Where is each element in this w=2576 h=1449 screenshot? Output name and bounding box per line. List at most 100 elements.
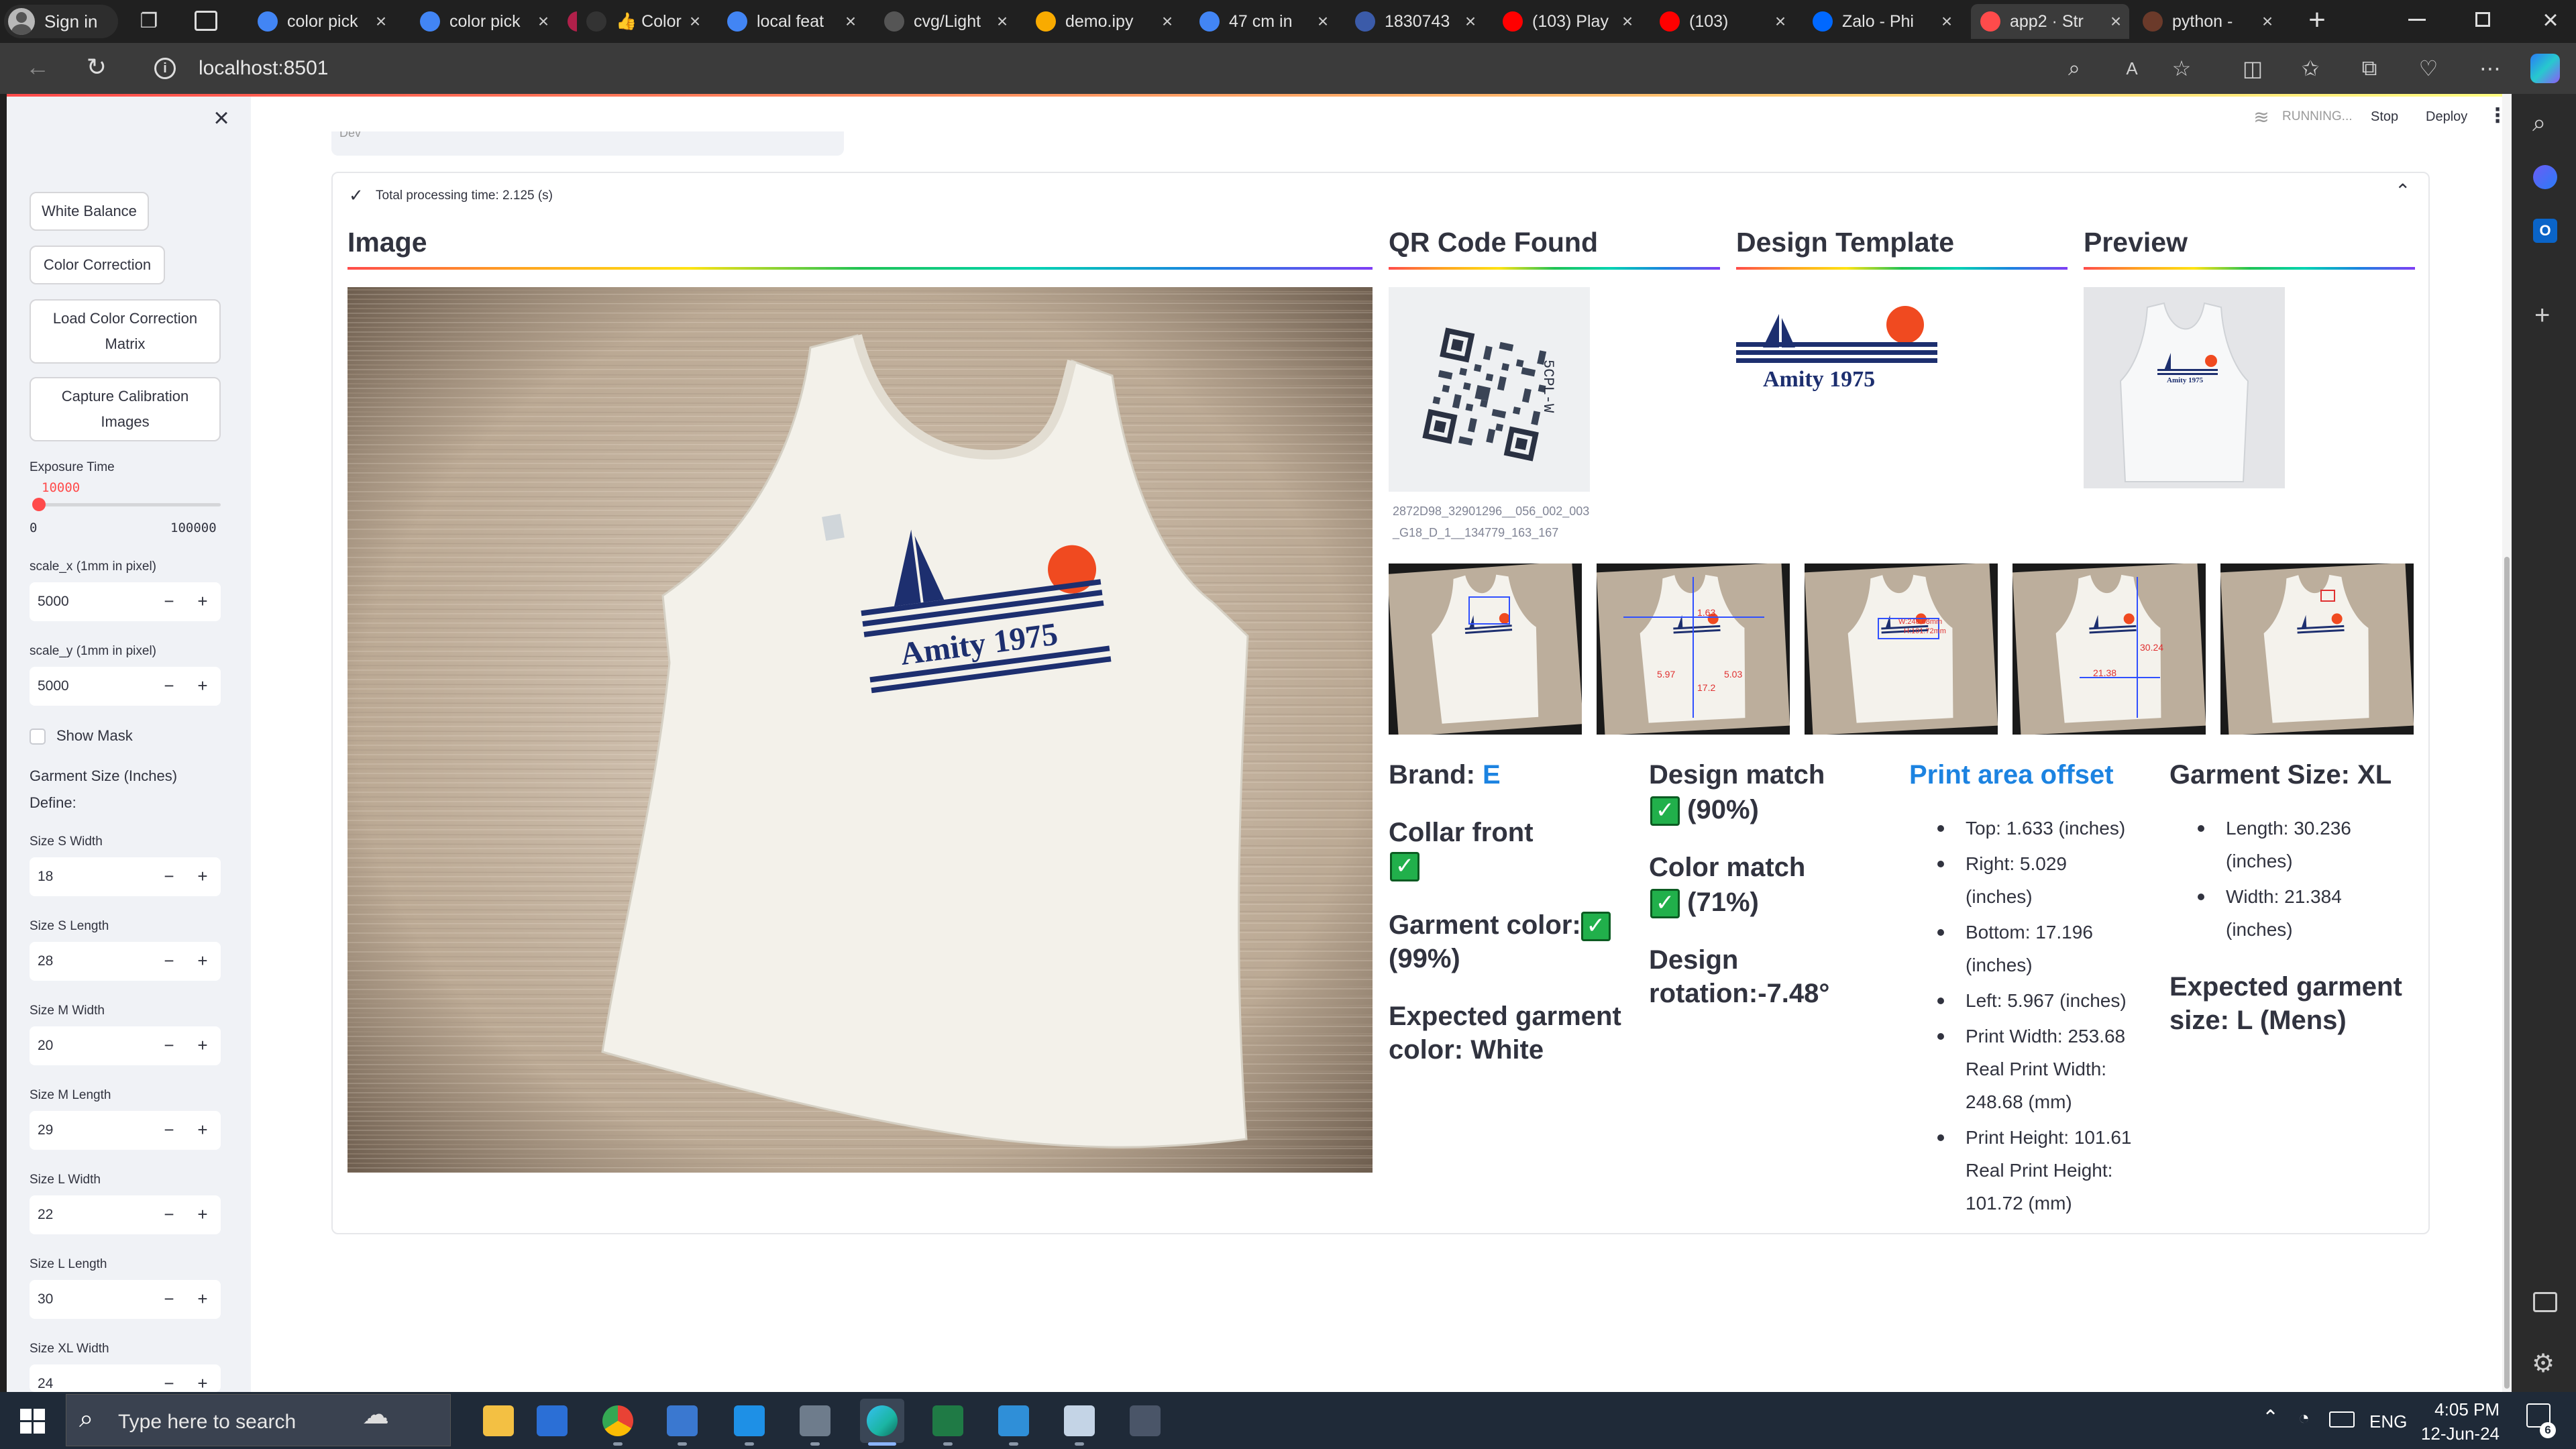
size-minus[interactable]: − — [154, 1280, 184, 1318]
browser-tab[interactable]: 47 cm in × — [1190, 4, 1336, 39]
size-plus[interactable]: + — [187, 1195, 218, 1233]
browser-tab[interactable]: cvg/Light × — [875, 4, 1016, 39]
close-tab-icon[interactable]: × — [530, 11, 557, 32]
refresh-icon[interactable]: ↻ — [80, 51, 113, 83]
keyboard-icon[interactable] — [2329, 1411, 2355, 1428]
collapse-chevron-icon[interactable]: ⌃ — [2395, 180, 2410, 202]
close-window-button[interactable]: × — [2537, 5, 2564, 35]
scale-y-minus[interactable]: − — [154, 667, 184, 704]
browser-tab[interactable]: local feat × — [718, 4, 864, 39]
clock-date[interactable]: 12-Jun-24 — [2419, 1424, 2500, 1444]
profile-button[interactable]: Sign in — [4, 5, 118, 38]
notes-taskbar-button[interactable] — [991, 1399, 1036, 1446]
size-plus[interactable]: + — [187, 1280, 218, 1318]
size-plus[interactable]: + — [187, 1026, 218, 1064]
scale-y-input[interactable]: 5000 − + — [30, 667, 221, 706]
deploy-button[interactable]: Deploy — [2426, 109, 2467, 125]
tab-actions-icon[interactable] — [195, 11, 217, 31]
browser-tab[interactable]: (103) Play × — [1493, 4, 1641, 39]
close-tab-icon[interactable]: × — [1154, 11, 1181, 32]
vscode-taskbar-button[interactable] — [727, 1399, 771, 1446]
app-window-taskbar-button[interactable] — [793, 1399, 837, 1446]
stop-button[interactable]: Stop — [2371, 109, 2398, 125]
size-plus[interactable]: + — [187, 1364, 218, 1392]
file-explorer-taskbar-button[interactable] — [476, 1399, 521, 1443]
settings-gear-icon[interactable]: ⚙ — [2532, 1348, 2555, 1379]
windows-start-icon[interactable] — [20, 1409, 46, 1434]
size-minus[interactable]: − — [154, 942, 184, 979]
close-tab-icon[interactable]: × — [368, 11, 394, 32]
close-tab-icon[interactable]: × — [1457, 11, 1484, 32]
site-info-icon[interactable]: i — [154, 58, 176, 79]
size-plus[interactable]: + — [187, 942, 218, 979]
close-tab-icon[interactable]: × — [1767, 11, 1794, 32]
paint-taskbar-button[interactable] — [1057, 1399, 1102, 1446]
color-correction-button[interactable]: Color Correction — [30, 246, 165, 284]
size-input[interactable]: 24 − + — [30, 1364, 221, 1392]
excel-taskbar-button[interactable] — [926, 1399, 970, 1446]
size-input[interactable]: 22 − + — [30, 1195, 221, 1234]
browser-tab[interactable]: Zalo - Phi × — [1803, 4, 1960, 39]
scale-y-plus[interactable]: + — [187, 667, 218, 704]
browser-tab[interactable]: color pick × — [248, 4, 394, 39]
close-tab-icon[interactable]: × — [837, 11, 864, 32]
close-tab-icon[interactable]: × — [682, 11, 708, 32]
search-icon[interactable]: ⌕ — [2532, 109, 2546, 138]
clock-time[interactable]: 4:05 PM — [2426, 1399, 2500, 1420]
load-ccm-button[interactable]: Load Color Correction Matrix — [30, 299, 221, 364]
close-tab-icon[interactable]: × — [2254, 11, 2281, 32]
exposure-slider-track[interactable] — [34, 503, 221, 506]
collections-icon[interactable]: ⧉ — [2355, 54, 2384, 83]
scrollbar-thumb[interactable] — [2504, 557, 2510, 1389]
performance-icon[interactable]: ♡ — [2414, 54, 2443, 83]
scale-x-input[interactable]: 5000 − + — [30, 582, 221, 621]
screenshot-icon[interactable] — [2533, 1292, 2557, 1312]
browser-tab[interactable] — [558, 4, 577, 39]
copilot-icon[interactable] — [2530, 54, 2560, 83]
size-plus[interactable]: + — [187, 857, 218, 895]
store-taskbar-button[interactable] — [530, 1399, 574, 1443]
browser-tab[interactable]: 1830743 × — [1346, 4, 1484, 39]
scale-x-plus[interactable]: + — [187, 582, 218, 620]
chrome-taskbar-button[interactable] — [596, 1399, 640, 1446]
close-tab-icon[interactable]: × — [989, 11, 1016, 32]
close-tab-icon[interactable]: × — [1933, 11, 1960, 32]
back-icon[interactable]: ← — [21, 51, 54, 83]
minimize-button[interactable] — [2408, 19, 2426, 21]
show-mask-checkbox[interactable] — [30, 729, 46, 745]
main-menu-icon[interactable]: ⋮ — [2487, 106, 2508, 127]
browser-tab[interactable]: (103) × — [1650, 4, 1794, 39]
url-field[interactable]: localhost:8501 — [199, 51, 328, 86]
read-aloud-icon[interactable]: A — [2117, 54, 2147, 83]
size-minus[interactable]: − — [154, 1195, 184, 1233]
new-tab-button[interactable]: + — [2301, 5, 2333, 38]
size-input[interactable]: 30 − + — [30, 1280, 221, 1319]
size-minus[interactable]: − — [154, 1026, 184, 1064]
size-input[interactable]: 18 − + — [30, 857, 221, 896]
calculator-taskbar-button[interactable] — [1123, 1399, 1167, 1443]
close-sidebar-icon[interactable]: × — [208, 105, 235, 131]
add-sidebar-icon[interactable]: + — [2534, 301, 2550, 331]
close-tab-icon[interactable]: × — [1614, 11, 1641, 32]
more-menu-icon[interactable]: ⋯ — [2475, 54, 2505, 83]
size-minus[interactable]: − — [154, 1364, 184, 1392]
size-minus[interactable]: − — [154, 1111, 184, 1148]
browser-tab[interactable]: demo.ipy × — [1026, 4, 1181, 39]
network-icon[interactable]: ◔ — [2298, 1407, 2310, 1429]
zoom-icon[interactable]: ⌕ — [2059, 54, 2089, 83]
size-input[interactable]: 29 − + — [30, 1111, 221, 1150]
browser-tab[interactable]: 👍 Color × — [577, 4, 708, 39]
language-indicator[interactable]: ENG — [2369, 1411, 2407, 1432]
split-screen-icon[interactable]: ◫ — [2238, 54, 2267, 83]
favorites-icon[interactable]: ✩ — [2296, 54, 2325, 83]
scale-x-minus[interactable]: − — [154, 582, 184, 620]
browser-tab[interactable]: color pick × — [411, 4, 557, 39]
size-plus[interactable]: + — [187, 1111, 218, 1148]
capture-calibration-button[interactable]: Capture Calibration Images — [30, 377, 221, 441]
outlook-icon[interactable]: O — [2533, 219, 2557, 243]
favorite-star-icon[interactable]: ☆ — [2167, 54, 2196, 83]
size-input[interactable]: 20 − + — [30, 1026, 221, 1065]
edge-taskbar-button[interactable] — [860, 1399, 904, 1446]
size-minus[interactable]: − — [154, 857, 184, 895]
browser-tab[interactable]: python - × — [2133, 4, 2281, 39]
